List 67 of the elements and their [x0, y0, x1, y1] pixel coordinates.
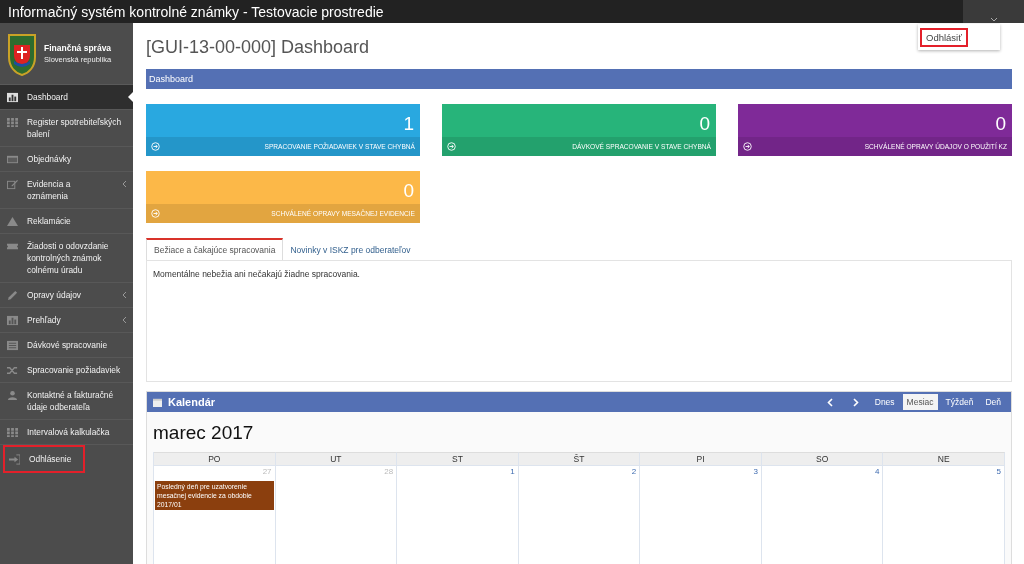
weekday-header: PO: [154, 452, 276, 465]
weekday-header: ŠT: [518, 452, 641, 465]
nav-item[interactable]: Kontaktné a fakturačné údaje odberateľa: [0, 383, 133, 420]
nav-item[interactable]: Objednávky: [0, 147, 133, 172]
view-button[interactable]: Dnes: [870, 394, 899, 410]
view-button[interactable]: Týždeň: [941, 394, 978, 410]
view-button[interactable]: Deň: [981, 394, 1005, 410]
breadcrumb-bar: Dashboard: [146, 69, 1012, 89]
brand-name: Finančná správa: [44, 43, 112, 53]
chevron-left-icon: [826, 397, 833, 407]
tile-count: 0: [698, 112, 711, 136]
user-icon: [7, 390, 18, 401]
tile-count: 0: [402, 179, 415, 203]
month-title: marec 2017: [153, 422, 255, 444]
tile-count: 1: [402, 112, 415, 136]
day-number: 2: [630, 467, 638, 476]
day-number: 5: [995, 467, 1002, 476]
arrow-circle-icon: [743, 142, 752, 151]
page-title: [GUI-13-00-000] Dashboard: [146, 37, 370, 58]
weekday-header: NE: [883, 452, 1005, 465]
nav-item[interactable]: Reklamácie: [0, 209, 133, 234]
nav-item[interactable]: Dávkové spracovanie: [0, 333, 133, 358]
tab[interactable]: Novinky v ISKZ pre odberateľov: [283, 238, 418, 260]
arrow-circle-icon: [151, 209, 160, 218]
shuffle-icon: [7, 365, 18, 376]
day-number: 4: [873, 467, 881, 476]
nav-item[interactable]: Opravy údajov: [0, 283, 133, 308]
calendar-title: Kalendár: [168, 396, 217, 408]
nav-item[interactable]: Intervalová kalkulačka: [0, 420, 133, 445]
weekday-header: UT: [275, 452, 398, 465]
nav-item[interactable]: Žiadosti o odovzdanie kontrolných známok colnému úradu: [0, 234, 133, 283]
ticket-icon: [7, 241, 18, 252]
edit-icon: [7, 179, 18, 190]
nav-item[interactable]: Register spotrebiteľských balení: [0, 110, 133, 147]
user-menu-toggle[interactable]: [963, 0, 1024, 23]
grid-icon: [7, 427, 18, 438]
view-button[interactable]: Mesiac: [902, 394, 938, 410]
day-number: 3: [752, 467, 759, 476]
day-number: 28: [383, 467, 395, 476]
weekday-header: ST: [397, 452, 519, 465]
chevron-down-icon: [989, 17, 998, 23]
weekday-header: SO: [761, 452, 884, 465]
arrow-circle-icon: [447, 142, 456, 151]
nav-item[interactable]: Odhlásenie: [3, 445, 85, 473]
sign-out-icon: [9, 454, 20, 465]
list-icon: [7, 340, 18, 351]
chevron-right-icon: [852, 397, 859, 407]
bar-chart-icon: [7, 92, 18, 103]
status-message: Momentálne nebežia ani nečakajú žiadne spracovania.: [153, 269, 361, 279]
arrow-circle-icon: [151, 142, 160, 151]
app-title: Informačný systém kontrolné známky - Testovacie prostredie: [7, 3, 385, 20]
bar-chart-icon: [7, 315, 18, 326]
nav-item[interactable]: Evidencia a oznámenia: [0, 172, 133, 209]
day-number: 27: [261, 467, 273, 476]
nav-item[interactable]: Prehľady: [0, 308, 133, 333]
nav-item[interactable]: Spracovanie požiadaviek: [0, 358, 133, 383]
tile-count: 0: [994, 112, 1007, 136]
calendar-icon: [153, 397, 162, 407]
nav-item[interactable]: Dashboard: [0, 85, 133, 110]
grid-icon: [7, 117, 18, 128]
tab[interactable]: Bežiace a čakajúce spracovania: [146, 238, 284, 260]
weekday-header: PI: [640, 452, 762, 465]
pencil-icon: [7, 290, 18, 301]
logout-link[interactable]: Odhlásiť: [920, 28, 968, 47]
day-number: 1: [509, 467, 516, 476]
card-icon: [7, 154, 18, 165]
warning-icon: [7, 216, 18, 227]
